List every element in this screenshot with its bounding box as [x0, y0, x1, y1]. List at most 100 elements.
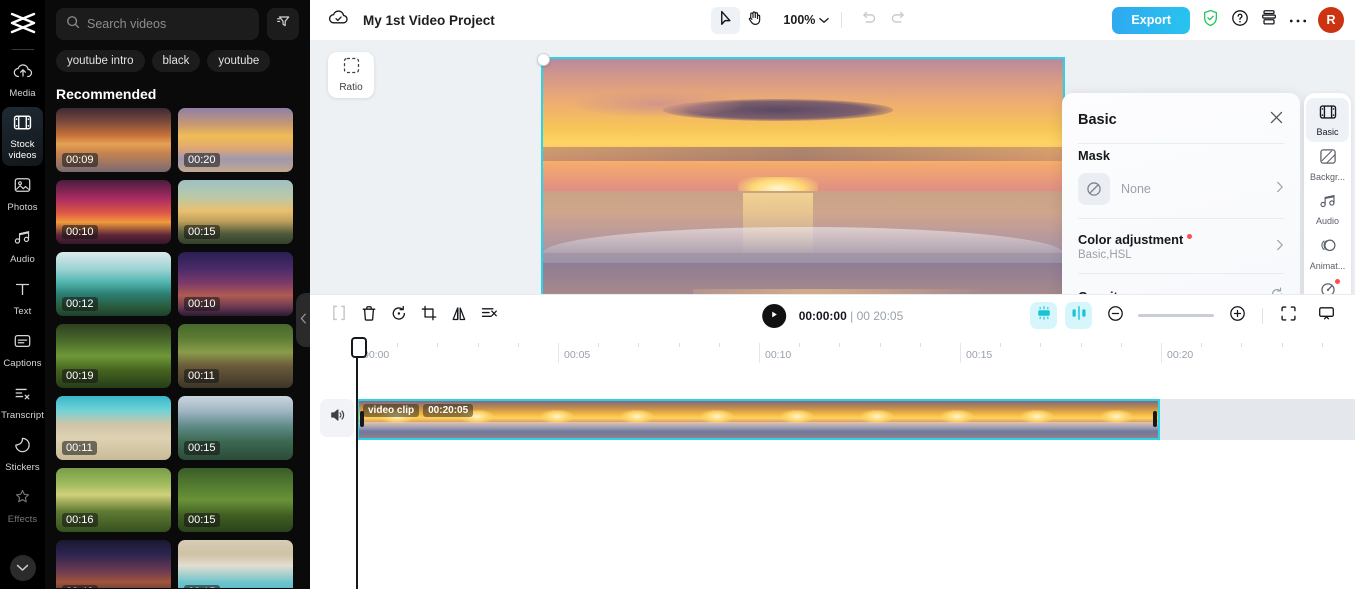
right-tab-audio[interactable]: Audio [1306, 186, 1349, 231]
video-duration: 00:12 [62, 297, 98, 311]
zoom-level-select[interactable]: 100% [783, 11, 830, 29]
search-input[interactable] [87, 17, 249, 31]
ruler-minor-tick [879, 342, 881, 347]
preview-monitor-button[interactable] [1311, 302, 1341, 330]
panel-header: youtube intro black youtube [45, 0, 310, 72]
chevron-down-icon [819, 11, 830, 29]
stock-video-thumbnail[interactable]: 00:16 [56, 468, 171, 532]
split-button[interactable] [324, 302, 354, 330]
stock-video-thumbnail[interactable]: 00:15 [178, 396, 293, 460]
mask-selector[interactable]: None [1078, 173, 1284, 205]
stock-video-thumbnail[interactable]: 00:11 [56, 396, 171, 460]
expand-more-button[interactable] [9, 555, 36, 581]
stock-video-thumbnail[interactable]: 00:12 [56, 252, 171, 316]
sidebar-item-label: Transcript [1, 410, 44, 421]
align-center-button[interactable] [1065, 302, 1092, 329]
page-title[interactable]: My 1st Video Project [363, 13, 495, 28]
sidebar-item-stickers[interactable]: Stickers [2, 429, 43, 478]
right-tab-basic[interactable]: Basic [1306, 98, 1349, 142]
stock-video-thumbnail[interactable]: 00:19 [56, 324, 171, 388]
transcript-icon [13, 384, 32, 407]
clip-frame-foam [598, 421, 679, 431]
zoom-out-button[interactable] [1100, 302, 1130, 330]
select-tool-button[interactable] [711, 6, 741, 34]
sidebar-item-captions[interactable]: Captions [2, 325, 43, 374]
playhead[interactable] [351, 336, 367, 589]
sidebar-item-media[interactable]: Media [2, 56, 43, 104]
minus-circle-icon [1107, 305, 1124, 327]
app-logo[interactable] [0, 0, 45, 46]
sidebar-item-label: Photos [7, 202, 38, 213]
stock-video-thumbnail[interactable]: 00:49 [56, 540, 171, 588]
more-options-button[interactable] [1283, 7, 1312, 34]
rotate-clip-icon [391, 305, 407, 327]
color-adjustment-section[interactable]: Color adjustment Basic,HSL [1078, 218, 1284, 273]
video-preview[interactable] [541, 57, 1065, 294]
security-button[interactable] [1196, 7, 1225, 34]
stock-video-thumbnail[interactable]: 00:10 [178, 252, 293, 316]
help-button[interactable] [1225, 7, 1254, 34]
clip-trim-left[interactable] [360, 411, 364, 427]
hand-tool-button[interactable] [740, 7, 769, 34]
sidebar-item-transcript[interactable]: Transcript [1, 377, 44, 426]
timeline-clip[interactable]: video clip 00:20:05 [357, 398, 1160, 440]
layout-button[interactable] [1254, 7, 1283, 34]
crop-button[interactable] [414, 302, 444, 330]
preview-cloud-band [543, 147, 1063, 161]
sidebar-item-photos[interactable]: Photos [2, 169, 43, 218]
sidebar-item-stock-videos[interactable]: Stock videos [2, 107, 43, 166]
zoom-in-button[interactable] [1222, 302, 1252, 330]
clip-trim-right[interactable] [1153, 411, 1157, 427]
ruler-minor-tick [1241, 342, 1243, 347]
close-icon[interactable] [1269, 110, 1284, 130]
redo-button[interactable] [883, 7, 912, 34]
resize-handle-top-left[interactable] [537, 53, 550, 66]
stock-video-thumbnail[interactable]: 00:09 [56, 108, 171, 172]
ruler-minor-tick [638, 342, 640, 347]
stock-video-thumbnail[interactable]: 00:10 [56, 180, 171, 244]
reset-icon[interactable] [1270, 287, 1284, 294]
delete-button[interactable] [354, 302, 384, 330]
stock-video-thumbnail[interactable]: 00:11 [178, 324, 293, 388]
stock-video-thumbnail[interactable]: 00:20 [178, 108, 293, 172]
speed-badge-dot [1335, 279, 1340, 284]
timeline-zoom-slider[interactable] [1138, 314, 1214, 317]
sidebar-item-text[interactable]: Text [2, 273, 43, 322]
collapse-panel-button[interactable] [296, 293, 310, 347]
sidebar-item-audio[interactable]: Audio [2, 221, 43, 270]
time-separator: | [850, 308, 854, 323]
mirror-button[interactable] [444, 302, 474, 330]
avatar[interactable]: R [1318, 7, 1344, 33]
auto-cut-button[interactable] [1030, 302, 1057, 329]
chip-youtube-intro[interactable]: youtube intro [56, 50, 145, 72]
rotate-clip-button[interactable] [384, 302, 414, 330]
stock-video-thumbnail[interactable]: 00:15 [178, 540, 293, 588]
no-mask-icon [1078, 173, 1110, 205]
remove-segment-button[interactable] [474, 302, 504, 330]
clip-frame-foam [518, 421, 599, 431]
ruler-minor-tick [397, 342, 399, 347]
stock-video-thumbnail[interactable]: 00:15 [178, 180, 293, 244]
timeline-ruler[interactable]: 00:00 00:05 00:10 00:15 00:20 [357, 342, 1355, 369]
right-tab-background[interactable]: Backgr... [1306, 142, 1349, 187]
search-box[interactable] [56, 8, 259, 40]
cloud-check-icon[interactable] [328, 9, 349, 31]
sidebar-item-effects[interactable]: Effects [2, 481, 43, 530]
undo-button[interactable] [854, 7, 883, 34]
color-adjustment-row[interactable]: Color adjustment Basic,HSL [1078, 232, 1284, 261]
play-button[interactable] [761, 303, 786, 328]
right-tab-animation[interactable]: Animat... [1306, 231, 1349, 276]
fit-screen-button[interactable] [1273, 302, 1303, 330]
right-tab-speed[interactable]: Speed [1306, 275, 1349, 294]
properties-title: Basic [1078, 112, 1117, 128]
stock-video-thumbnail[interactable]: 00:15 [178, 468, 293, 532]
ratio-button[interactable]: Ratio [328, 52, 374, 98]
filter-button[interactable] [267, 8, 299, 40]
track-mute-button[interactable] [320, 398, 354, 437]
chip-black[interactable]: black [151, 50, 201, 72]
ruler-minor-tick [1120, 342, 1122, 347]
chip-youtube[interactable]: youtube [207, 50, 271, 72]
sidebar-item-label: Media [9, 88, 36, 99]
export-button[interactable]: Export [1112, 6, 1190, 34]
zoom-level-value: 100% [783, 13, 816, 27]
